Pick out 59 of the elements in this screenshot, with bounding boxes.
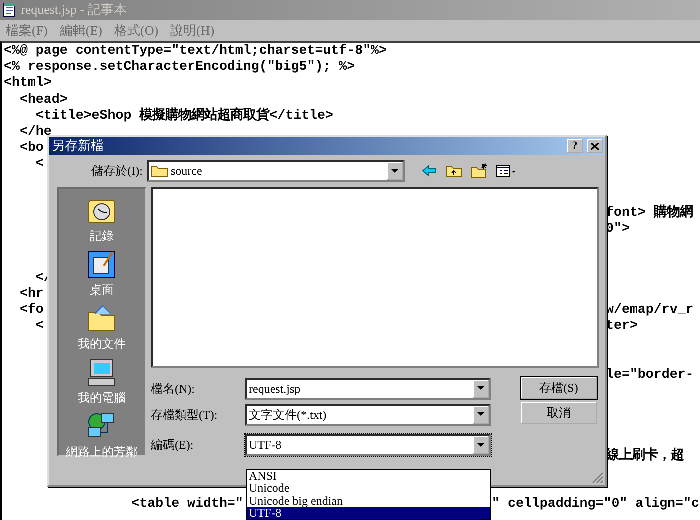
new-folder-icon[interactable] — [471, 163, 488, 179]
code-text: </he — [18, 124, 52, 140]
notepad-icon — [2, 2, 18, 18]
close-button[interactable] — [587, 139, 603, 153]
dropdown-option[interactable]: UTF-8 — [247, 506, 490, 520]
caret-icon — [477, 386, 485, 391]
code-text: " cellpadding="0" align="c — [492, 496, 700, 512]
save-in-dropdown[interactable]: source — [147, 160, 405, 182]
code-text: le="border- — [606, 366, 694, 383]
caret-icon — [477, 412, 485, 417]
code-text: < — [34, 318, 44, 334]
dropdown-arrow-button[interactable] — [473, 406, 489, 424]
dropdown-field[interactable]: 文字文件(*.txt) — [245, 404, 491, 426]
save-in-label: 儲存於(I): — [90, 163, 144, 180]
computer-icon — [86, 357, 118, 389]
dropdown-field[interactable]: UTF-8 — [245, 434, 491, 456]
cancel-button[interactable]: 取消 — [521, 402, 597, 424]
dropdown-option[interactable]: Unicode — [247, 482, 490, 495]
code-text: font> 購物網 — [606, 204, 693, 222]
dropdown-arrow-button[interactable] — [473, 380, 489, 398]
resize-grip-icon — [592, 472, 604, 484]
window-title: request.jsp - 記事本 — [21, 1, 127, 20]
folder-name: source — [170, 163, 204, 180]
code-text: <title>eShop 模擬購物網站超商取貨</title> — [34, 108, 334, 124]
code-text: <table width=" — [130, 496, 244, 512]
help-button[interactable]: ? — [567, 139, 583, 153]
code-text: w/emap/rv_r — [606, 302, 694, 318]
back-arrow-icon[interactable] — [421, 163, 438, 179]
dropdown-arrow-button[interactable] — [473, 436, 489, 454]
code-text: <bo — [18, 140, 44, 156]
code-text: <% response.setCharacterEncoding("big5"); %> — [4, 59, 356, 76]
code-text: ter> — [606, 318, 638, 334]
desktop-icon — [86, 249, 118, 281]
caret-icon — [391, 168, 399, 174]
field-label: 存檔類型(T): — [151, 406, 219, 424]
view-menu-icon[interactable] — [496, 163, 517, 179]
folder-icon — [151, 164, 169, 178]
caret-icon — [477, 442, 485, 448]
close-icon — [591, 142, 599, 150]
dropdown-field[interactable]: request.jsp — [245, 378, 491, 400]
field-label: 編碼(E): — [151, 437, 195, 454]
dropdown-option[interactable]: Unicode big endian — [247, 494, 490, 507]
dialog-title: 另存新檔 — [52, 137, 105, 156]
places-item[interactable]: 桌面 — [86, 249, 118, 299]
dropdown-option[interactable]: ANSI — [247, 470, 490, 482]
places-item[interactable]: 我的文件 — [78, 303, 126, 353]
places-item[interactable]: 網路上的芳鄰 — [66, 411, 138, 461]
save-button[interactable]: 存檔(S) — [521, 377, 597, 399]
file-list-area[interactable] — [151, 187, 599, 368]
places-item[interactable]: 我的電腦 — [78, 357, 126, 407]
code-text: <html> — [4, 75, 52, 92]
code-text: <fo — [18, 302, 44, 318]
field-label: 檔名(N): — [151, 380, 196, 398]
places-item[interactable]: 記錄 — [86, 195, 118, 245]
code-text: <head> — [18, 92, 68, 108]
code-text: < — [34, 156, 44, 173]
code-text: <%@ page contentType="text/html;charset=utf-8"%> — [4, 43, 388, 60]
dropdown-arrow-button[interactable] — [387, 162, 403, 180]
code-text: <hr — [18, 286, 44, 302]
